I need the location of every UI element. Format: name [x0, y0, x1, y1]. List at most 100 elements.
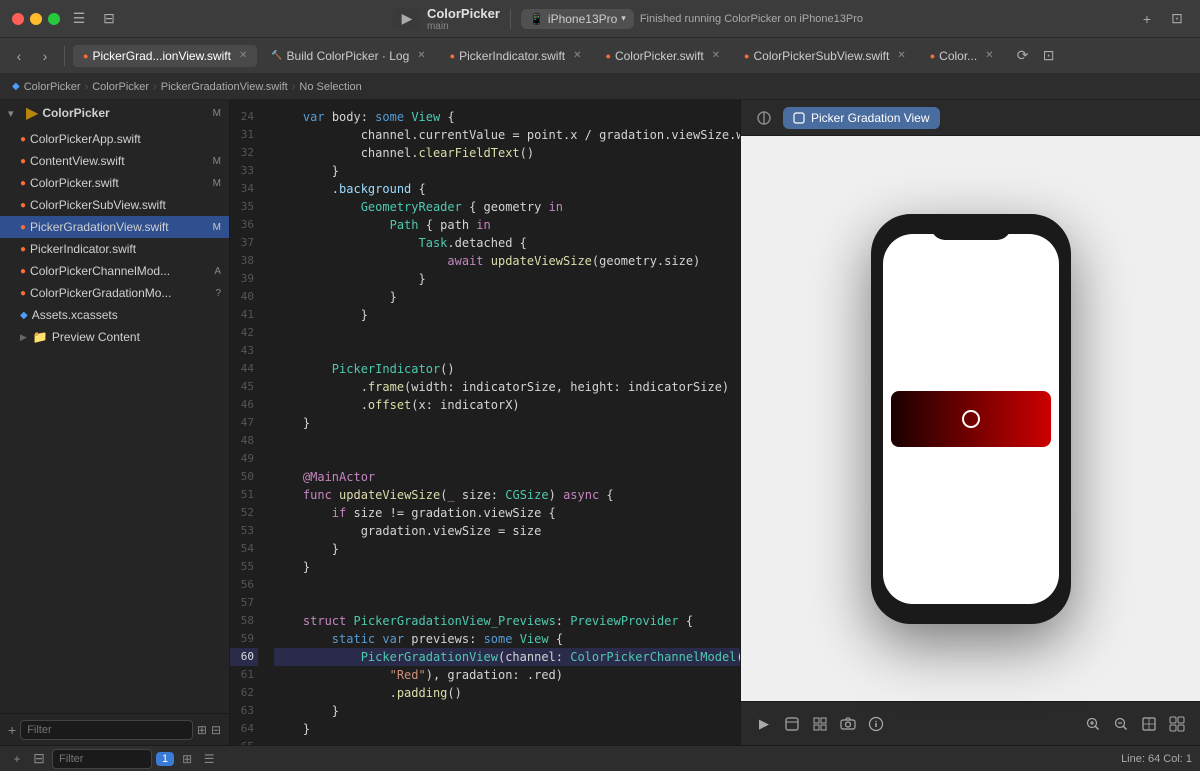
tab-close-icon[interactable]: ✕: [417, 50, 425, 61]
sidebar-item-preview-content[interactable]: ▶ 📁 Preview Content: [0, 326, 229, 348]
tab-color-picker[interactable]: ● ColorPicker.swift ✕: [596, 45, 731, 67]
code-area[interactable]: 24 31 32 33 34 35 36 37 38 39 40 41 42 4…: [230, 100, 740, 745]
sidebar-item-pickerindicator[interactable]: ● PickerIndicator.swift: [0, 238, 229, 260]
code-line: struct PickerGradationView_Previews: Pre…: [274, 612, 740, 630]
tab-close-icon[interactable]: ✕: [573, 50, 581, 61]
tab-label: Build ColorPicker · Log: [287, 49, 410, 63]
code-line: .frame(width: indicatorSize, height: ind…: [274, 378, 740, 396]
layout-icon[interactable]: ⊡: [1038, 45, 1060, 67]
sidebar-item-colorpickersubview[interactable]: ● ColorPickerSubView.swift: [0, 194, 229, 216]
tab-color-picker-sub[interactable]: ● ColorPickerSubView.swift ✕: [734, 45, 916, 67]
code-line: }: [274, 306, 740, 324]
filter-input[interactable]: [52, 749, 152, 769]
grid-icon[interactable]: [809, 713, 831, 735]
line-num: 35: [230, 198, 258, 216]
line-num: 33: [230, 162, 258, 180]
tab-picker-grad[interactable]: ● PickerGrad...ionView.swift ✕: [73, 45, 257, 67]
tab-close-icon[interactable]: ✕: [239, 50, 247, 61]
add-icon[interactable]: +: [8, 750, 26, 768]
nav-back-icon[interactable]: ‹: [8, 45, 30, 67]
file-name: ColorPicker.swift: [30, 176, 119, 190]
fit-button[interactable]: [1138, 713, 1160, 735]
sidebar-item-assets[interactable]: ◆ Assets.xcassets: [0, 304, 229, 326]
sidebar-item-colorpickergradationmo[interactable]: ● ColorPickerGradationMo... ?: [0, 282, 229, 304]
device-icon: 📱: [529, 12, 544, 26]
tab-picker-indicator[interactable]: ● PickerIndicator.swift ✕: [440, 45, 592, 67]
sidebar-footer: + ⊞ ⊟: [0, 713, 229, 745]
file-name: Preview Content: [52, 330, 140, 344]
split-icon[interactable]: ⊡: [1166, 8, 1188, 30]
breadcrumb-group[interactable]: ColorPicker: [92, 81, 149, 93]
code-lines[interactable]: var body: some View { channel.currentVal…: [266, 100, 740, 745]
code-line-highlighted: PickerGradationView(channel: ColorPicker…: [274, 648, 740, 666]
info-icon[interactable]: [865, 713, 887, 735]
preview-panel: Picker Gradation View ▶: [740, 100, 1200, 745]
breadcrumb-file[interactable]: PickerGradationView.swift: [161, 81, 288, 93]
tab-close-icon[interactable]: ✕: [897, 50, 905, 61]
app-subtitle: main: [427, 21, 449, 32]
sidebar-item-colorpickerapp[interactable]: ● ColorPickerApp.swift: [0, 128, 229, 150]
maximize-button[interactable]: [48, 13, 60, 25]
preview-pin-button[interactable]: [753, 107, 775, 129]
minus-icon[interactable]: ⊟: [30, 750, 48, 768]
line-num: 46: [230, 396, 258, 414]
sidebar-item-colorpickerchannelmod[interactable]: ● ColorPickerChannelMod... A: [0, 260, 229, 282]
device-selector[interactable]: 📱 iPhone13Pro ▾: [521, 9, 634, 29]
run-button[interactable]: ▶: [393, 8, 421, 30]
project-title: ColorPicker: [42, 106, 109, 120]
folder-icon: ▶: [26, 103, 38, 123]
tab-label: PickerIndicator.swift: [459, 49, 565, 63]
xcassets-icon: ◆: [20, 310, 28, 321]
bottom-left: + ⊟ 1 ⊞ ☰: [8, 749, 218, 769]
group-chevron[interactable]: ▾: [8, 107, 22, 120]
file-name: ColorPickerSubView.swift: [30, 198, 166, 212]
camera-icon[interactable]: [837, 713, 859, 735]
app-title: ColorPicker: [427, 6, 500, 21]
minimize-button[interactable]: [30, 13, 42, 25]
preview-title-button[interactable]: Picker Gradation View: [783, 107, 940, 129]
sidebar-toggle-icon[interactable]: ☰: [68, 8, 90, 30]
grid-view-icon[interactable]: ⊞: [178, 750, 196, 768]
code-line: [274, 594, 740, 612]
play-icon[interactable]: ▶: [753, 713, 775, 735]
tab-build-log[interactable]: 🔨 Build ColorPicker · Log ✕: [261, 45, 435, 67]
breadcrumb-selection[interactable]: No Selection: [299, 81, 361, 93]
file-badge-q: ?: [215, 288, 221, 299]
refresh-icon[interactable]: ⟳: [1012, 45, 1034, 67]
tab-swift-icon: ●: [744, 51, 749, 61]
line-num: 43: [230, 342, 258, 360]
chevron-down-icon: ▾: [621, 13, 626, 24]
code-line: }: [274, 288, 740, 306]
grid-icon[interactable]: ⊞: [197, 723, 207, 737]
swift-icon: ●: [20, 156, 26, 167]
code-line: }: [274, 162, 740, 180]
file-badge-m: M: [213, 156, 221, 167]
filter-input[interactable]: [20, 720, 193, 740]
tab-hammer-icon: 🔨: [271, 50, 282, 61]
nav-forward-icon[interactable]: ›: [34, 45, 56, 67]
tab-color-more[interactable]: ● Color... ✕: [920, 45, 1004, 67]
zoom-in-button[interactable]: [1082, 713, 1104, 735]
code-line: static var previews: some View {: [274, 630, 740, 648]
code-line: "Red"), gradation: .red): [274, 666, 740, 684]
breadcrumb: ◆ ColorPicker › ColorPicker › PickerGrad…: [0, 74, 1200, 100]
breadcrumb-project[interactable]: ColorPicker: [24, 81, 81, 93]
inspect-icon[interactable]: [781, 713, 803, 735]
line-num: 37: [230, 234, 258, 252]
tab-close-icon[interactable]: ✕: [985, 50, 993, 61]
tab-swift-icon: ●: [450, 51, 455, 61]
sidebar-item-contentview[interactable]: ● ContentView.swift M: [0, 150, 229, 172]
sidebar-item-colorpicker[interactable]: ● ColorPicker.swift M: [0, 172, 229, 194]
arrange-button[interactable]: [1166, 713, 1188, 735]
plus-icon[interactable]: +: [1136, 8, 1158, 30]
preview-bottom-right: [1082, 713, 1188, 735]
tab-close-icon[interactable]: ✕: [712, 50, 720, 61]
navigator-icon[interactable]: ⊟: [98, 8, 120, 30]
sidebar-item-pickergradationview[interactable]: ● PickerGradationView.swift M: [0, 216, 229, 238]
close-button[interactable]: [12, 13, 24, 25]
plus-icon[interactable]: +: [8, 722, 16, 738]
sort-icon[interactable]: ⊟: [211, 723, 221, 737]
device-name: iPhone13Pro: [548, 12, 617, 26]
list-view-icon[interactable]: ☰: [200, 750, 218, 768]
zoom-out-button[interactable]: [1110, 713, 1132, 735]
